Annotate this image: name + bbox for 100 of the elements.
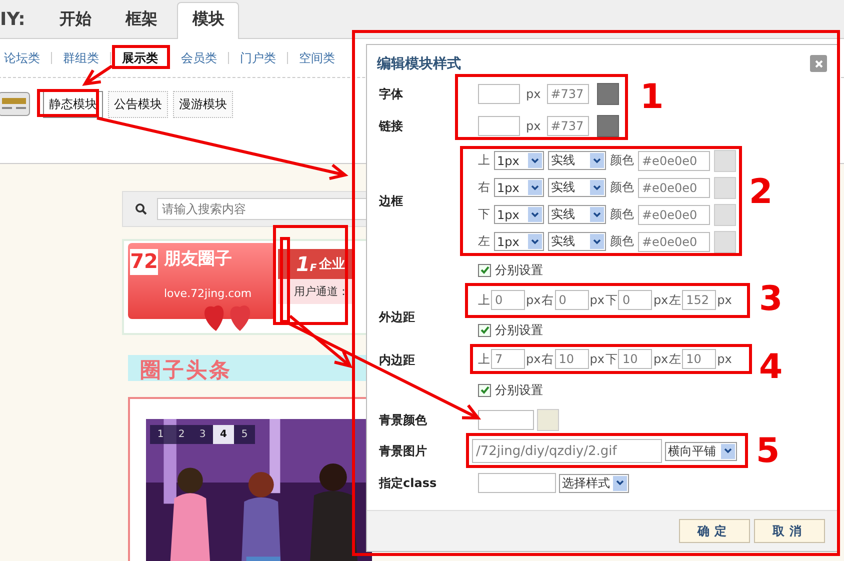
annotation-number: 4 [759, 350, 783, 384]
annotation-box [37, 89, 99, 117]
module-button[interactable]: 公告模块 [108, 91, 168, 118]
search-icon [135, 203, 147, 215]
slide-page-button[interactable]: 3 [192, 425, 213, 444]
floor-number: 1 F [296, 252, 317, 276]
field-label: 边框 [379, 192, 404, 210]
color-swatch[interactable] [596, 115, 619, 137]
side-label: 右 [542, 292, 554, 308]
field-label: 青景颜色 [379, 412, 428, 428]
unit-label: px [653, 352, 668, 366]
slide-page-button[interactable]: 2 [171, 425, 192, 444]
annotation-arrow [82, 64, 113, 86]
close-button[interactable] [810, 55, 827, 72]
color-field[interactable] [478, 410, 534, 430]
unit-label: px [653, 293, 668, 307]
color-field[interactable]: #737 [546, 116, 589, 136]
field-label: 外边距 [379, 308, 416, 326]
value-field[interactable]: 152 [682, 290, 716, 310]
field-label: 指定class [379, 474, 438, 492]
category-link[interactable]: 空间类 [288, 50, 346, 66]
dropdown-icon [590, 180, 604, 195]
check-icon [480, 385, 490, 395]
card-icon [0, 92, 30, 116]
width-select[interactable]: 1px [494, 178, 544, 197]
field-label: 青景图片 [379, 442, 428, 460]
floor-title: 企业 [318, 256, 345, 273]
dropdown-icon [590, 207, 604, 222]
color-label: 颜色 [610, 206, 634, 223]
color-field[interactable]: #737 [546, 84, 589, 104]
dropdown-icon [613, 476, 627, 490]
image-path-field[interactable]: /72jing/diy/qzdiy/2.gif [472, 439, 662, 463]
separate-checkbox[interactable]: 分别设置 [478, 322, 543, 338]
value-field[interactable]: 0 [554, 290, 589, 310]
color-swatch[interactable] [596, 83, 619, 105]
repeat-select[interactable]: 横向平铺 [665, 442, 737, 460]
annotation-number: 3 [759, 282, 783, 316]
width-select[interactable]: 1px [494, 232, 544, 251]
category-link[interactable]: 门户类 [229, 50, 287, 66]
size-field[interactable] [478, 116, 520, 136]
dropdown-icon [590, 234, 604, 249]
dropdown-icon [528, 153, 542, 168]
side-label: 左 [669, 350, 682, 368]
side-label: 上 [478, 350, 490, 368]
value-field[interactable]: 7 [491, 349, 525, 369]
category-link[interactable]: 论坛类 [0, 50, 51, 66]
dropdown-icon [528, 207, 542, 222]
side-label: 左 [669, 292, 682, 308]
style-select[interactable]: 实线 [548, 205, 606, 224]
style-select[interactable]: 实线 [548, 178, 606, 197]
width-select[interactable]: 1px [494, 205, 544, 224]
side-label: 上 [478, 152, 490, 169]
unit-label: px [526, 119, 541, 133]
dropdown-icon [590, 153, 604, 168]
style-select[interactable]: 实线 [548, 151, 606, 170]
check-icon [480, 265, 490, 275]
slide-page-button[interactable]: 4 [213, 425, 234, 444]
unit-label: px [590, 293, 604, 307]
tab[interactable]: 开始 [45, 3, 106, 38]
class-field[interactable] [478, 473, 556, 493]
brand-text: IY: [0, 9, 26, 32]
size-field[interactable] [478, 84, 520, 104]
style-select[interactable]: 实线 [548, 232, 606, 251]
color-field[interactable]: #e0e0e0 [638, 150, 710, 170]
color-label: 颜色 [610, 179, 634, 196]
side-label: 下 [478, 206, 490, 223]
value-field[interactable]: 10 [554, 349, 589, 369]
unit-label: px [717, 352, 732, 366]
color-field[interactable]: #e0e0e0 [638, 232, 710, 252]
side-label: 下 [605, 292, 618, 308]
value-field[interactable]: 10 [618, 349, 652, 369]
class-select[interactable]: 选择样式 [559, 474, 629, 492]
dialog-button[interactable]: 确定 [679, 519, 750, 543]
dialog-title: 编辑模块样式 [377, 54, 461, 72]
side-label: 右 [478, 179, 490, 196]
annotation-box [112, 45, 170, 69]
color-field[interactable]: #e0e0e0 [638, 178, 710, 198]
dialog-button[interactable]: 取消 [754, 519, 825, 543]
side-label: 上 [478, 292, 490, 308]
separate-checkbox[interactable]: 分别设置 [478, 382, 543, 398]
check-icon [480, 325, 490, 335]
annotation-number: 2 [749, 175, 773, 209]
module-button[interactable]: 漫游模块 [173, 91, 233, 118]
value-field[interactable]: 0 [491, 290, 525, 310]
logo-url: love.72jing.com [164, 287, 252, 301]
slide-page-button[interactable]: 5 [234, 425, 255, 444]
category-link[interactable]: 会员类 [170, 50, 228, 66]
category-link[interactable]: 展示类 [111, 50, 169, 66]
separate-checkbox[interactable]: 分别设置 [478, 262, 543, 278]
value-field[interactable]: 10 [682, 349, 716, 369]
unit-label: px [590, 352, 604, 366]
value-field[interactable]: 0 [618, 290, 652, 310]
width-select[interactable]: 1px [494, 151, 544, 170]
tab[interactable]: 模块 [177, 2, 240, 39]
tab[interactable]: 框架 [111, 3, 172, 38]
dropdown-icon [721, 444, 735, 458]
color-label: 颜色 [610, 152, 634, 169]
slide-page-button[interactable]: 1 [150, 425, 171, 444]
color-field[interactable]: #e0e0e0 [638, 204, 710, 224]
category-link[interactable]: 群组类 [52, 50, 110, 66]
